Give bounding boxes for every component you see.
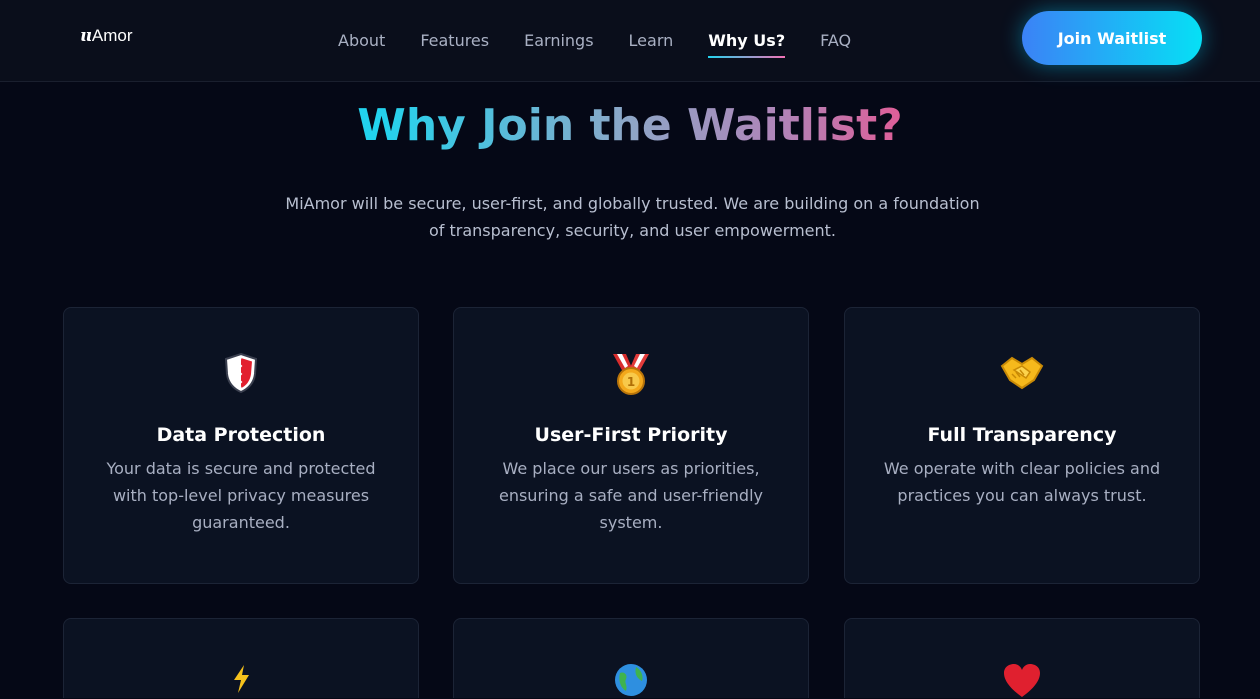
nav-link-about[interactable]: About [338,31,385,50]
nav-link-why-us[interactable]: Why Us? [708,31,785,58]
feature-card-transparency: Full Transparency We operate with clear … [844,307,1200,584]
card-description: We place our users as priorities, ensuri… [498,459,763,532]
heart-icon [845,663,1199,699]
card-title: User-First Priority [534,424,728,446]
feature-card-peek [63,618,419,698]
top-navbar: ɩɩ Amor About Features Earnings Learn Wh… [0,0,1260,82]
page-title: Why Join the Waitlist? [0,100,1260,151]
page-subtitle: MiAmor will be secure, user-first, and g… [285,194,980,240]
medal-icon: 1 [454,352,808,396]
logo-text: Amor [91,26,133,45]
nav-link-faq[interactable]: FAQ [820,31,851,50]
logo[interactable]: ɩɩ Amor [80,26,133,50]
logo-mark: ɩɩ [80,26,92,46]
card-description: We operate with clear policies and pract… [883,459,1161,505]
lightning-icon [64,663,418,693]
feature-card-peek [453,618,809,698]
join-waitlist-button[interactable]: Join Waitlist [1022,11,1202,65]
card-description: Your data is secure and protected with t… [106,459,376,532]
handshake-icon [845,352,1199,396]
feature-card-data-protection: Data Protection Your data is secure and … [63,307,419,584]
feature-card-user-first: 1 User-First Priority We place our users… [453,307,809,584]
card-title: Data Protection [156,424,326,446]
feature-card-peek [844,618,1200,698]
globe-icon [454,663,808,697]
nav-links: About Features Earnings Learn Why Us? FA… [338,0,886,81]
svg-text:1: 1 [627,375,635,389]
nav-link-learn[interactable]: Learn [629,31,674,50]
shield-icon [64,352,418,396]
nav-link-earnings[interactable]: Earnings [524,31,593,50]
nav-link-features[interactable]: Features [420,31,489,50]
card-title: Full Transparency [927,424,1117,446]
